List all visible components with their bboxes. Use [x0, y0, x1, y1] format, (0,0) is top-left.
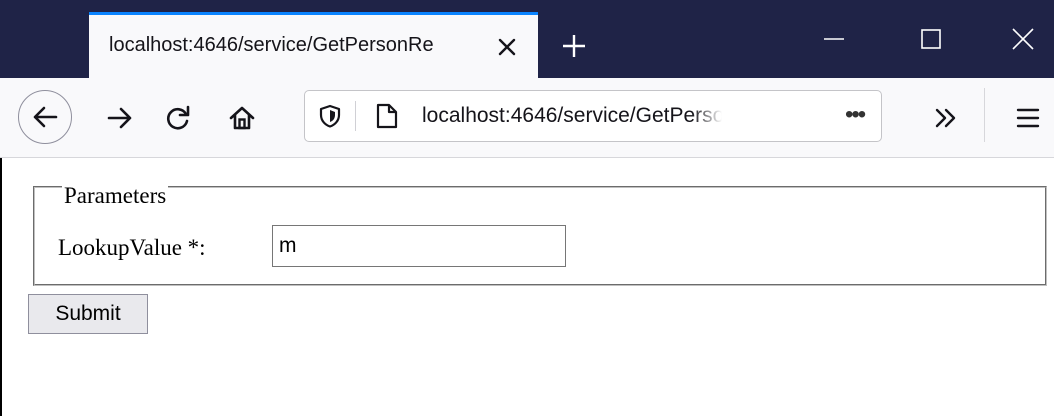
tab-title: localhost:4646/service/GetPersonRe — [109, 34, 434, 56]
address-bar-separator — [355, 101, 356, 131]
overflow-icon[interactable] — [928, 102, 964, 134]
fieldset-legend: Parameters — [62, 183, 169, 209]
new-tab-icon[interactable] — [554, 26, 594, 66]
back-icon[interactable] — [18, 90, 72, 144]
page-actions-icon[interactable]: ••• — [845, 101, 866, 129]
lookup-value-label: LookupValue *: — [58, 235, 206, 260]
forward-icon[interactable] — [102, 100, 138, 136]
close-window-icon[interactable] — [995, 0, 1051, 78]
page-icon[interactable] — [371, 100, 403, 132]
minimize-icon[interactable] — [806, 0, 862, 78]
toolbar-separator — [984, 88, 985, 142]
reload-icon[interactable] — [160, 100, 196, 136]
browser-tab[interactable]: localhost:4646/service/GetPersonRe — [89, 12, 538, 78]
address-url[interactable]: localhost:4646/service/GetPerson — [422, 104, 722, 128]
title-bar: localhost:4646/service/GetPersonRe — [0, 0, 1054, 78]
home-icon[interactable] — [224, 100, 260, 136]
submit-button[interactable]: Submit — [28, 294, 148, 334]
menu-icon[interactable] — [1010, 102, 1046, 134]
navigation-toolbar: localhost:4646/service/GetPerson ••• — [0, 78, 1054, 158]
tracking-shield-icon[interactable] — [315, 101, 345, 131]
maximize-icon[interactable] — [903, 0, 959, 78]
lookup-value-input[interactable] — [272, 225, 566, 267]
address-bar[interactable]: localhost:4646/service/GetPerson ••• — [304, 90, 882, 142]
close-tab-icon[interactable] — [493, 33, 521, 61]
